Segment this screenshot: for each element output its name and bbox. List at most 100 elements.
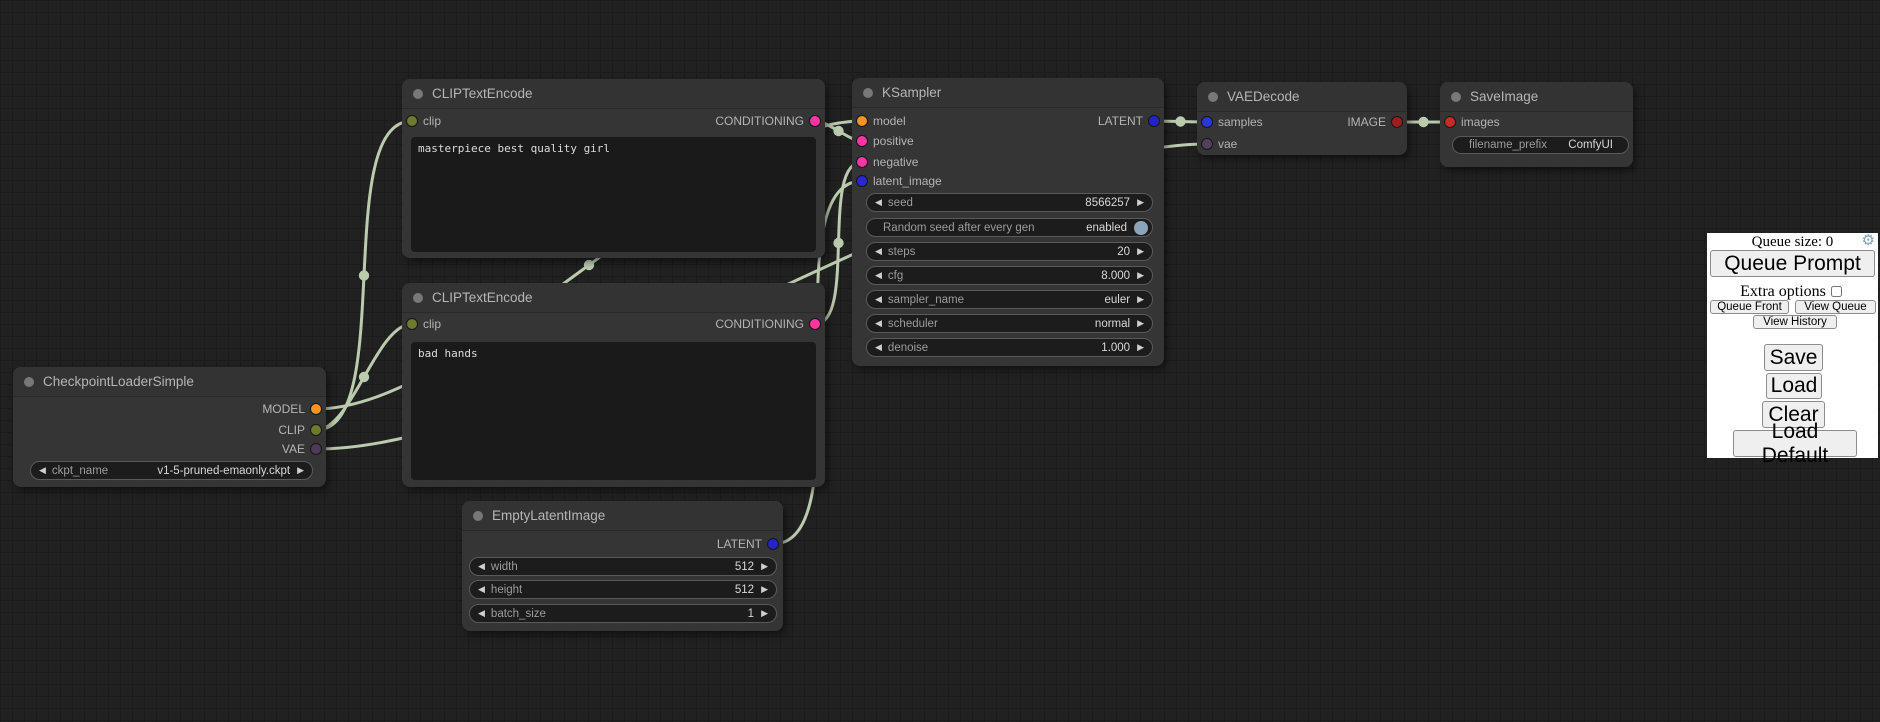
node-collapse-dot-icon[interactable] [413, 293, 423, 303]
decrement-arrow-icon[interactable]: ◀ [478, 609, 485, 618]
widget-denoise[interactable]: ◀denoise1.000▶ [866, 338, 1153, 357]
widget-label: scheduler [888, 318, 938, 330]
node-clip-text-encode-positive[interactable]: CLIPTextEncodeclipCONDITIONINGmasterpiec… [402, 79, 825, 258]
widget-value[interactable]: 20 [1117, 246, 1130, 258]
input-port-images[interactable] [1444, 116, 1456, 128]
widget-label: steps [888, 246, 916, 258]
increment-arrow-icon[interactable]: ▶ [1137, 247, 1144, 256]
link-midpoint-dot [584, 260, 594, 270]
input-port-positive[interactable] [856, 135, 868, 147]
output-slot-conditioning: CONDITIONING [402, 315, 825, 333]
slot-label: MODEL [262, 402, 305, 416]
increment-arrow-icon[interactable]: ▶ [761, 562, 768, 571]
queue-front-button[interactable]: Queue Front [1710, 300, 1789, 314]
input-port-negative[interactable] [856, 156, 868, 168]
increment-arrow-icon[interactable]: ▶ [297, 466, 304, 475]
output-port-conditioning[interactable] [809, 115, 821, 127]
output-port-clip[interactable] [310, 424, 322, 436]
node-collapse-dot-icon[interactable] [863, 88, 873, 98]
node-title: EmptyLatentImage [492, 508, 605, 523]
node-title-bar[interactable]: SaveImage [1440, 82, 1633, 112]
slot-label: vae [1218, 137, 1237, 151]
widget-ckpt_name[interactable]: ◀ckpt_namev1-5-pruned-emaonly.ckpt▶ [30, 461, 313, 480]
node-collapse-dot-icon[interactable] [24, 377, 34, 387]
widget-value[interactable]: 1 [748, 608, 754, 620]
widget-random-seed-after-every-gen[interactable]: Random seed after every genenabled [866, 218, 1153, 237]
widget-seed[interactable]: ◀seed8566257▶ [866, 193, 1153, 212]
widget-value[interactable]: 512 [735, 561, 754, 573]
input-port-latent_image[interactable] [856, 175, 868, 187]
increment-arrow-icon[interactable]: ▶ [761, 585, 768, 594]
node-collapse-dot-icon[interactable] [1451, 92, 1461, 102]
decrement-arrow-icon[interactable]: ◀ [39, 466, 46, 475]
widget-value[interactable]: 8566257 [1085, 197, 1130, 209]
node-ksampler[interactable]: KSamplermodelpositivenegativelatent_imag… [852, 78, 1164, 366]
output-port-latent[interactable] [767, 538, 779, 550]
save-button[interactable]: Save [1764, 344, 1823, 371]
decrement-arrow-icon[interactable]: ◀ [875, 271, 882, 280]
view-history-button[interactable]: View History [1753, 315, 1837, 329]
widget-sampler_name[interactable]: ◀sampler_nameeuler▶ [866, 290, 1153, 309]
decrement-arrow-icon[interactable]: ◀ [875, 198, 882, 207]
input-port-vae[interactable] [1201, 138, 1213, 150]
widget-cfg[interactable]: ◀cfg8.000▶ [866, 266, 1153, 285]
node-clip-text-encode-negative[interactable]: CLIPTextEncodeclipCONDITIONINGbad hands [402, 283, 825, 487]
slot-label: LATENT [1098, 114, 1143, 128]
load-button[interactable]: Load [1766, 373, 1822, 399]
settings-gear-icon[interactable]: ⚙ [1862, 233, 1875, 248]
widget-filename_prefix[interactable]: filename_prefixComfyUI [1452, 136, 1629, 154]
prompt-textarea[interactable]: masterpiece best quality girl [411, 137, 816, 252]
widget-batch_size[interactable]: ◀batch_size1▶ [469, 604, 777, 623]
node-vae-decode[interactable]: VAEDecodesamplesvaeIMAGE [1197, 82, 1407, 155]
output-port-conditioning[interactable] [809, 318, 821, 330]
node-title-bar[interactable]: CheckpointLoaderSimple [13, 367, 326, 397]
node-title-bar[interactable]: CLIPTextEncode [402, 283, 825, 313]
node-collapse-dot-icon[interactable] [473, 511, 483, 521]
widget-value[interactable]: 8.000 [1101, 270, 1130, 282]
decrement-arrow-icon[interactable]: ◀ [478, 562, 485, 571]
decrement-arrow-icon[interactable]: ◀ [478, 585, 485, 594]
decrement-arrow-icon[interactable]: ◀ [875, 343, 882, 352]
output-port-model[interactable] [310, 403, 322, 415]
node-collapse-dot-icon[interactable] [413, 89, 423, 99]
node-collapse-dot-icon[interactable] [1208, 92, 1218, 102]
widget-height[interactable]: ◀height512▶ [469, 580, 777, 599]
node-title-bar[interactable]: VAEDecode [1197, 82, 1407, 112]
node-title-bar[interactable]: KSampler [852, 78, 1164, 108]
extra-options-checkbox[interactable] [1831, 286, 1842, 297]
output-port-latent[interactable] [1148, 115, 1160, 127]
increment-arrow-icon[interactable]: ▶ [1137, 198, 1144, 207]
node-graph-canvas[interactable]: CheckpointLoaderSimpleMODELCLIPVAE◀ckpt_… [0, 0, 1880, 722]
decrement-arrow-icon[interactable]: ◀ [875, 319, 882, 328]
widget-value[interactable]: normal [1095, 318, 1130, 330]
widget-width[interactable]: ◀width512▶ [469, 557, 777, 576]
prompt-textarea[interactable]: bad hands [411, 342, 816, 480]
widget-value[interactable]: 1.000 [1101, 342, 1130, 354]
widget-value[interactable]: 512 [735, 584, 754, 596]
increment-arrow-icon[interactable]: ▶ [761, 609, 768, 618]
queue-prompt-button[interactable]: Queue Prompt [1710, 250, 1875, 277]
toggle-knob[interactable] [1134, 221, 1148, 235]
node-title-bar[interactable]: CLIPTextEncode [402, 79, 825, 109]
widget-value[interactable]: euler [1105, 294, 1131, 306]
node-empty-latent-image[interactable]: EmptyLatentImageLATENT◀width512▶◀height5… [462, 501, 783, 631]
slot-label: CLIP [278, 423, 305, 437]
widget-steps[interactable]: ◀ steps 20 ▶ [866, 242, 1153, 261]
increment-arrow-icon[interactable]: ▶ [1137, 271, 1144, 280]
node-title-bar[interactable]: EmptyLatentImage [462, 501, 783, 531]
widget-value[interactable]: v1-5-pruned-emaonly.ckpt [157, 465, 290, 477]
load-default-button[interactable]: Load Default [1733, 430, 1857, 457]
view-queue-button[interactable]: View Queue [1795, 300, 1876, 314]
increment-arrow-icon[interactable]: ▶ [1137, 343, 1144, 352]
widget-scheduler[interactable]: ◀ scheduler normal ▶ [866, 314, 1153, 333]
decrement-arrow-icon[interactable]: ◀ [875, 295, 882, 304]
node-save-image[interactable]: SaveImageimagesfilename_prefixComfyUI [1440, 82, 1633, 167]
output-port-image[interactable] [1391, 116, 1403, 128]
decrement-arrow-icon[interactable]: ◀ [875, 247, 882, 256]
increment-arrow-icon[interactable]: ▶ [1137, 295, 1144, 304]
node-checkpoint-loader[interactable]: CheckpointLoaderSimpleMODELCLIPVAE◀ckpt_… [13, 367, 326, 487]
widget-value[interactable]: ComfyUI [1568, 139, 1613, 151]
output-port-vae[interactable] [310, 443, 322, 455]
increment-arrow-icon[interactable]: ▶ [1137, 319, 1144, 328]
widget-value[interactable]: enabled [1086, 222, 1127, 234]
